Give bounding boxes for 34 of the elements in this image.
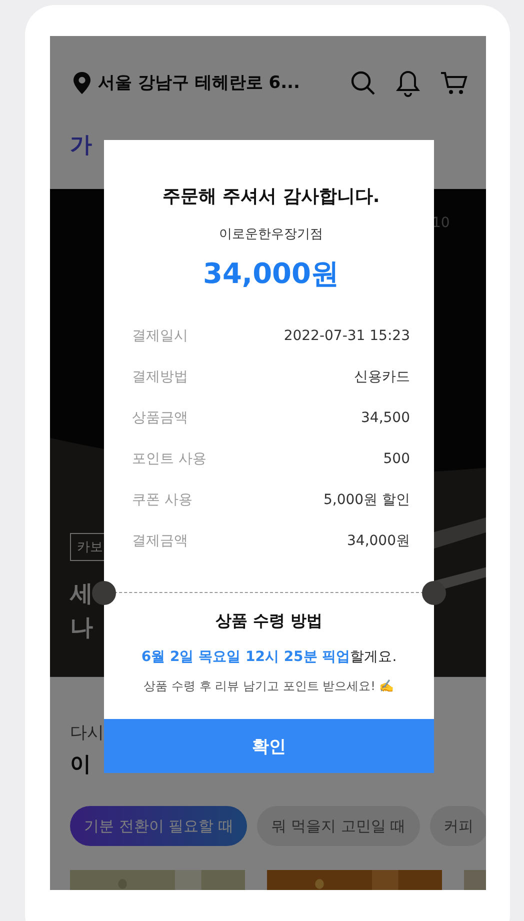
category-chip[interactable]: 뭐 먹을지 고민일 때 (257, 806, 420, 846)
detail-label: 결제일시 (132, 327, 188, 345)
search-icon[interactable] (350, 70, 376, 96)
confirm-button[interactable]: 확인 (104, 719, 434, 773)
category-chip[interactable]: 기분 전환이 필요할 때 (70, 806, 248, 846)
category-chip[interactable]: 커피 (430, 806, 486, 846)
hero-title: 나 (70, 614, 93, 644)
dialog-title: 주문해 주셔서 감사합니다. (162, 185, 380, 208)
section-subtitle: 다시 (70, 722, 104, 744)
detail-value: 34,500 (361, 409, 410, 427)
detail-value: 34,000원 (347, 532, 410, 550)
detail-value: 500 (383, 450, 410, 468)
store-name: 이로운한우장기점 (219, 226, 323, 243)
section-heading: 가 (70, 132, 92, 158)
review-note: 상품 수령 후 리뷰 남기고 포인트 받으세요! ✍ (144, 678, 394, 695)
cart-icon[interactable] (440, 70, 468, 96)
ticket-notch (422, 581, 446, 605)
detail-label: 결제금액 (132, 532, 188, 550)
location-pin-icon (72, 70, 92, 95)
detail-value: 신용카드 (354, 368, 410, 386)
total-price: 34,000원 (202, 256, 340, 292)
pickup-title: 상품 수령 방법 (215, 611, 323, 632)
detail-label: 결제방법 (132, 368, 188, 386)
section-title: 이 (70, 751, 92, 778)
detail-label: 상품금액 (132, 409, 188, 427)
detail-label: 쿠폰 사용 (132, 491, 192, 509)
detail-value: 5,000원 할인 (323, 491, 410, 509)
location-text[interactable]: 서울 강남구 테헤란로 6... (98, 71, 330, 94)
pickup-text: 6월 2일 목요일 12시 25분 픽업할게요. (141, 648, 397, 666)
hero-title: 세 (70, 580, 93, 610)
ticket-notch (92, 581, 116, 605)
bell-icon[interactable] (396, 68, 420, 97)
detail-value: 2022-07-31 15:23 (284, 327, 410, 345)
detail-label: 포인트 사용 (132, 450, 206, 468)
